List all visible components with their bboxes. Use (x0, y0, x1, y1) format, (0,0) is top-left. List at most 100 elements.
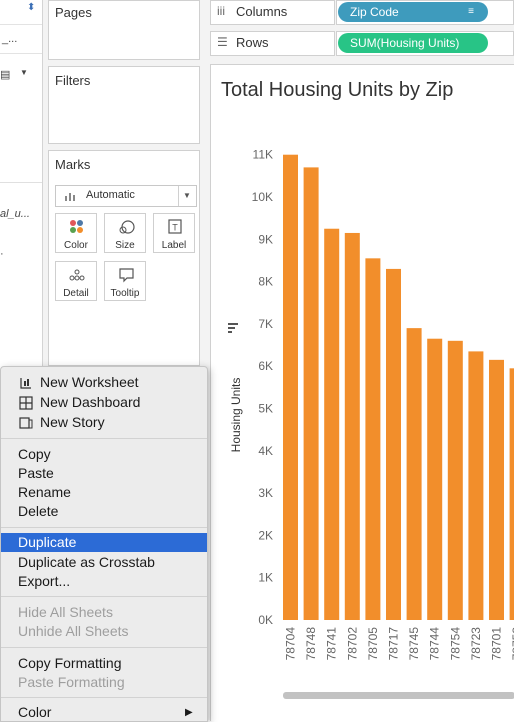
menu-new-dashboard-label: New Dashboard (40, 394, 141, 410)
x-tick-label: 78705 (366, 627, 380, 661)
rows-shelf[interactable]: SUM(Housing Units) (336, 31, 514, 56)
y-tick-label: 8K (258, 275, 273, 289)
y-axis-sort-icon[interactable] (228, 323, 238, 333)
menu-rename[interactable]: Rename (1, 483, 207, 502)
menu-export[interactable]: Export... (1, 572, 207, 591)
menu-separator (1, 438, 207, 439)
bar-78705[interactable] (365, 258, 381, 620)
menu-new-story[interactable]: New Story (1, 413, 207, 432)
chevron-down-icon[interactable]: ▼ (20, 68, 28, 77)
y-tick-label: 0K (258, 613, 273, 627)
data-source-row[interactable]: _... (0, 25, 42, 54)
bar-78753[interactable] (509, 368, 514, 620)
field-marker: · (0, 248, 4, 260)
menu-duplicate-label: Duplicate (18, 534, 77, 550)
data-pane-header: ⬍ (0, 0, 42, 25)
bar-78741[interactable] (324, 228, 340, 620)
list-view-icon[interactable]: ▤ (0, 68, 10, 81)
bar-78704[interactable] (283, 154, 298, 620)
menu-duplicate[interactable]: Duplicate (1, 533, 207, 552)
x-tick-label: 78754 (448, 627, 462, 661)
menu-delete-label: Delete (18, 503, 59, 519)
y-tick-label: 4K (258, 444, 273, 458)
y-axis-label: Housing Units (229, 378, 243, 453)
bar-78744[interactable] (427, 338, 443, 620)
bar-78717[interactable] (386, 268, 401, 620)
bar-78745[interactable] (406, 328, 422, 620)
submenu-arrow-icon: ▶ (185, 707, 193, 718)
menu-new-worksheet-label: New Worksheet (40, 374, 139, 390)
rows-shelf-header: ☰ Rows (210, 31, 335, 56)
menu-new-worksheet[interactable]: New Worksheet (1, 373, 207, 392)
sort-icon[interactable]: ≡ (468, 2, 474, 22)
bar-78748[interactable] (303, 167, 319, 620)
bar-78754[interactable] (447, 340, 463, 620)
menu-duplicate-crosstab[interactable]: Duplicate as Crosstab (1, 553, 207, 572)
tooltip-button[interactable]: Tooltip (104, 261, 146, 301)
y-tick-label: 2K (258, 528, 273, 542)
columns-label: Columns (236, 4, 288, 19)
menu-copy[interactable]: Copy (1, 445, 207, 464)
size-button-label: Size (115, 240, 135, 251)
menu-paste-formatting-label: Paste Formatting (18, 674, 125, 690)
field-label[interactable]: al_u... (0, 208, 30, 220)
x-tick-label: 78704 (284, 627, 298, 661)
mark-type-value: Automatic (86, 189, 135, 201)
columns-shelf[interactable]: Zip Code ≡ (336, 0, 514, 25)
rows-label: Rows (236, 35, 269, 50)
y-tick-label: 7K (258, 317, 273, 331)
menu-separator (1, 596, 207, 597)
svg-text:T: T (172, 223, 178, 233)
x-tick-label: 78702 (345, 627, 359, 661)
chevron-down-icon: ▼ (183, 191, 191, 200)
color-button[interactable]: Color (55, 213, 97, 253)
label-button[interactable]: T Label (153, 213, 195, 253)
y-tick-label: 11K (253, 148, 273, 162)
tooltip-icon (119, 268, 134, 283)
bar-78702[interactable] (344, 232, 360, 620)
bar-78701[interactable] (489, 359, 504, 620)
divider (0, 182, 42, 183)
horizontal-scrollbar[interactable] (283, 692, 514, 699)
y-tick-label: 5K (258, 402, 273, 416)
data-source-label: _... (2, 33, 18, 45)
menu-new-story-label: New Story (40, 414, 105, 430)
context-menu: New Worksheet New Dashboard New Story Co… (0, 366, 208, 722)
y-tick-label: 9K (258, 232, 273, 246)
bar-chart-icon (65, 193, 75, 201)
tooltip-button-label: Tooltip (110, 288, 140, 299)
sum-housing-units-pill[interactable]: SUM(Housing Units) (338, 33, 488, 53)
menu-delete[interactable]: Delete (1, 502, 207, 521)
zip-code-pill[interactable]: Zip Code ≡ (338, 2, 488, 22)
menu-color[interactable]: Color ▶ (1, 703, 207, 722)
menu-paste-label: Paste (18, 465, 54, 481)
menu-hide-all-sheets: Hide All Sheets (1, 603, 207, 622)
x-tick-label: 78741 (325, 627, 339, 661)
menu-separator (1, 647, 207, 648)
detail-button-label: Detail (63, 288, 89, 299)
updown-icon[interactable]: ⬍ (27, 2, 35, 13)
new-story-icon (19, 417, 33, 429)
shelf-area: iii Columns Zip Code ≡ ☰ Rows SUM(Housin… (210, 0, 514, 64)
menu-unhide-all-label: Unhide All Sheets (18, 623, 129, 639)
pages-card[interactable]: Pages (48, 0, 200, 60)
rows-icon: ☰ (217, 35, 228, 49)
menu-paste[interactable]: Paste (1, 464, 207, 483)
size-button[interactable]: Size (104, 213, 146, 253)
x-tick-label: 78745 (407, 627, 421, 661)
mark-type-dropdown[interactable]: Automatic ▼ (55, 185, 197, 207)
menu-copy-formatting[interactable]: Copy Formatting (1, 654, 207, 673)
new-dashboard-icon (19, 396, 33, 410)
menu-new-dashboard[interactable]: New Dashboard (1, 393, 207, 412)
menu-separator (1, 527, 207, 528)
x-tick-label: 78744 (428, 627, 442, 661)
view-toggle-row: ▤ ▼ (0, 54, 42, 94)
menu-copy-formatting-label: Copy Formatting (18, 655, 122, 671)
detail-button[interactable]: Detail (55, 261, 97, 301)
bar-78723[interactable] (468, 351, 484, 620)
menu-export-label: Export... (18, 573, 71, 589)
filters-card[interactable]: Filters (48, 66, 200, 144)
y-tick-label: 3K (258, 486, 273, 500)
label-button-label: Label (161, 240, 187, 251)
menu-unhide-all-sheets: Unhide All Sheets (1, 622, 207, 641)
